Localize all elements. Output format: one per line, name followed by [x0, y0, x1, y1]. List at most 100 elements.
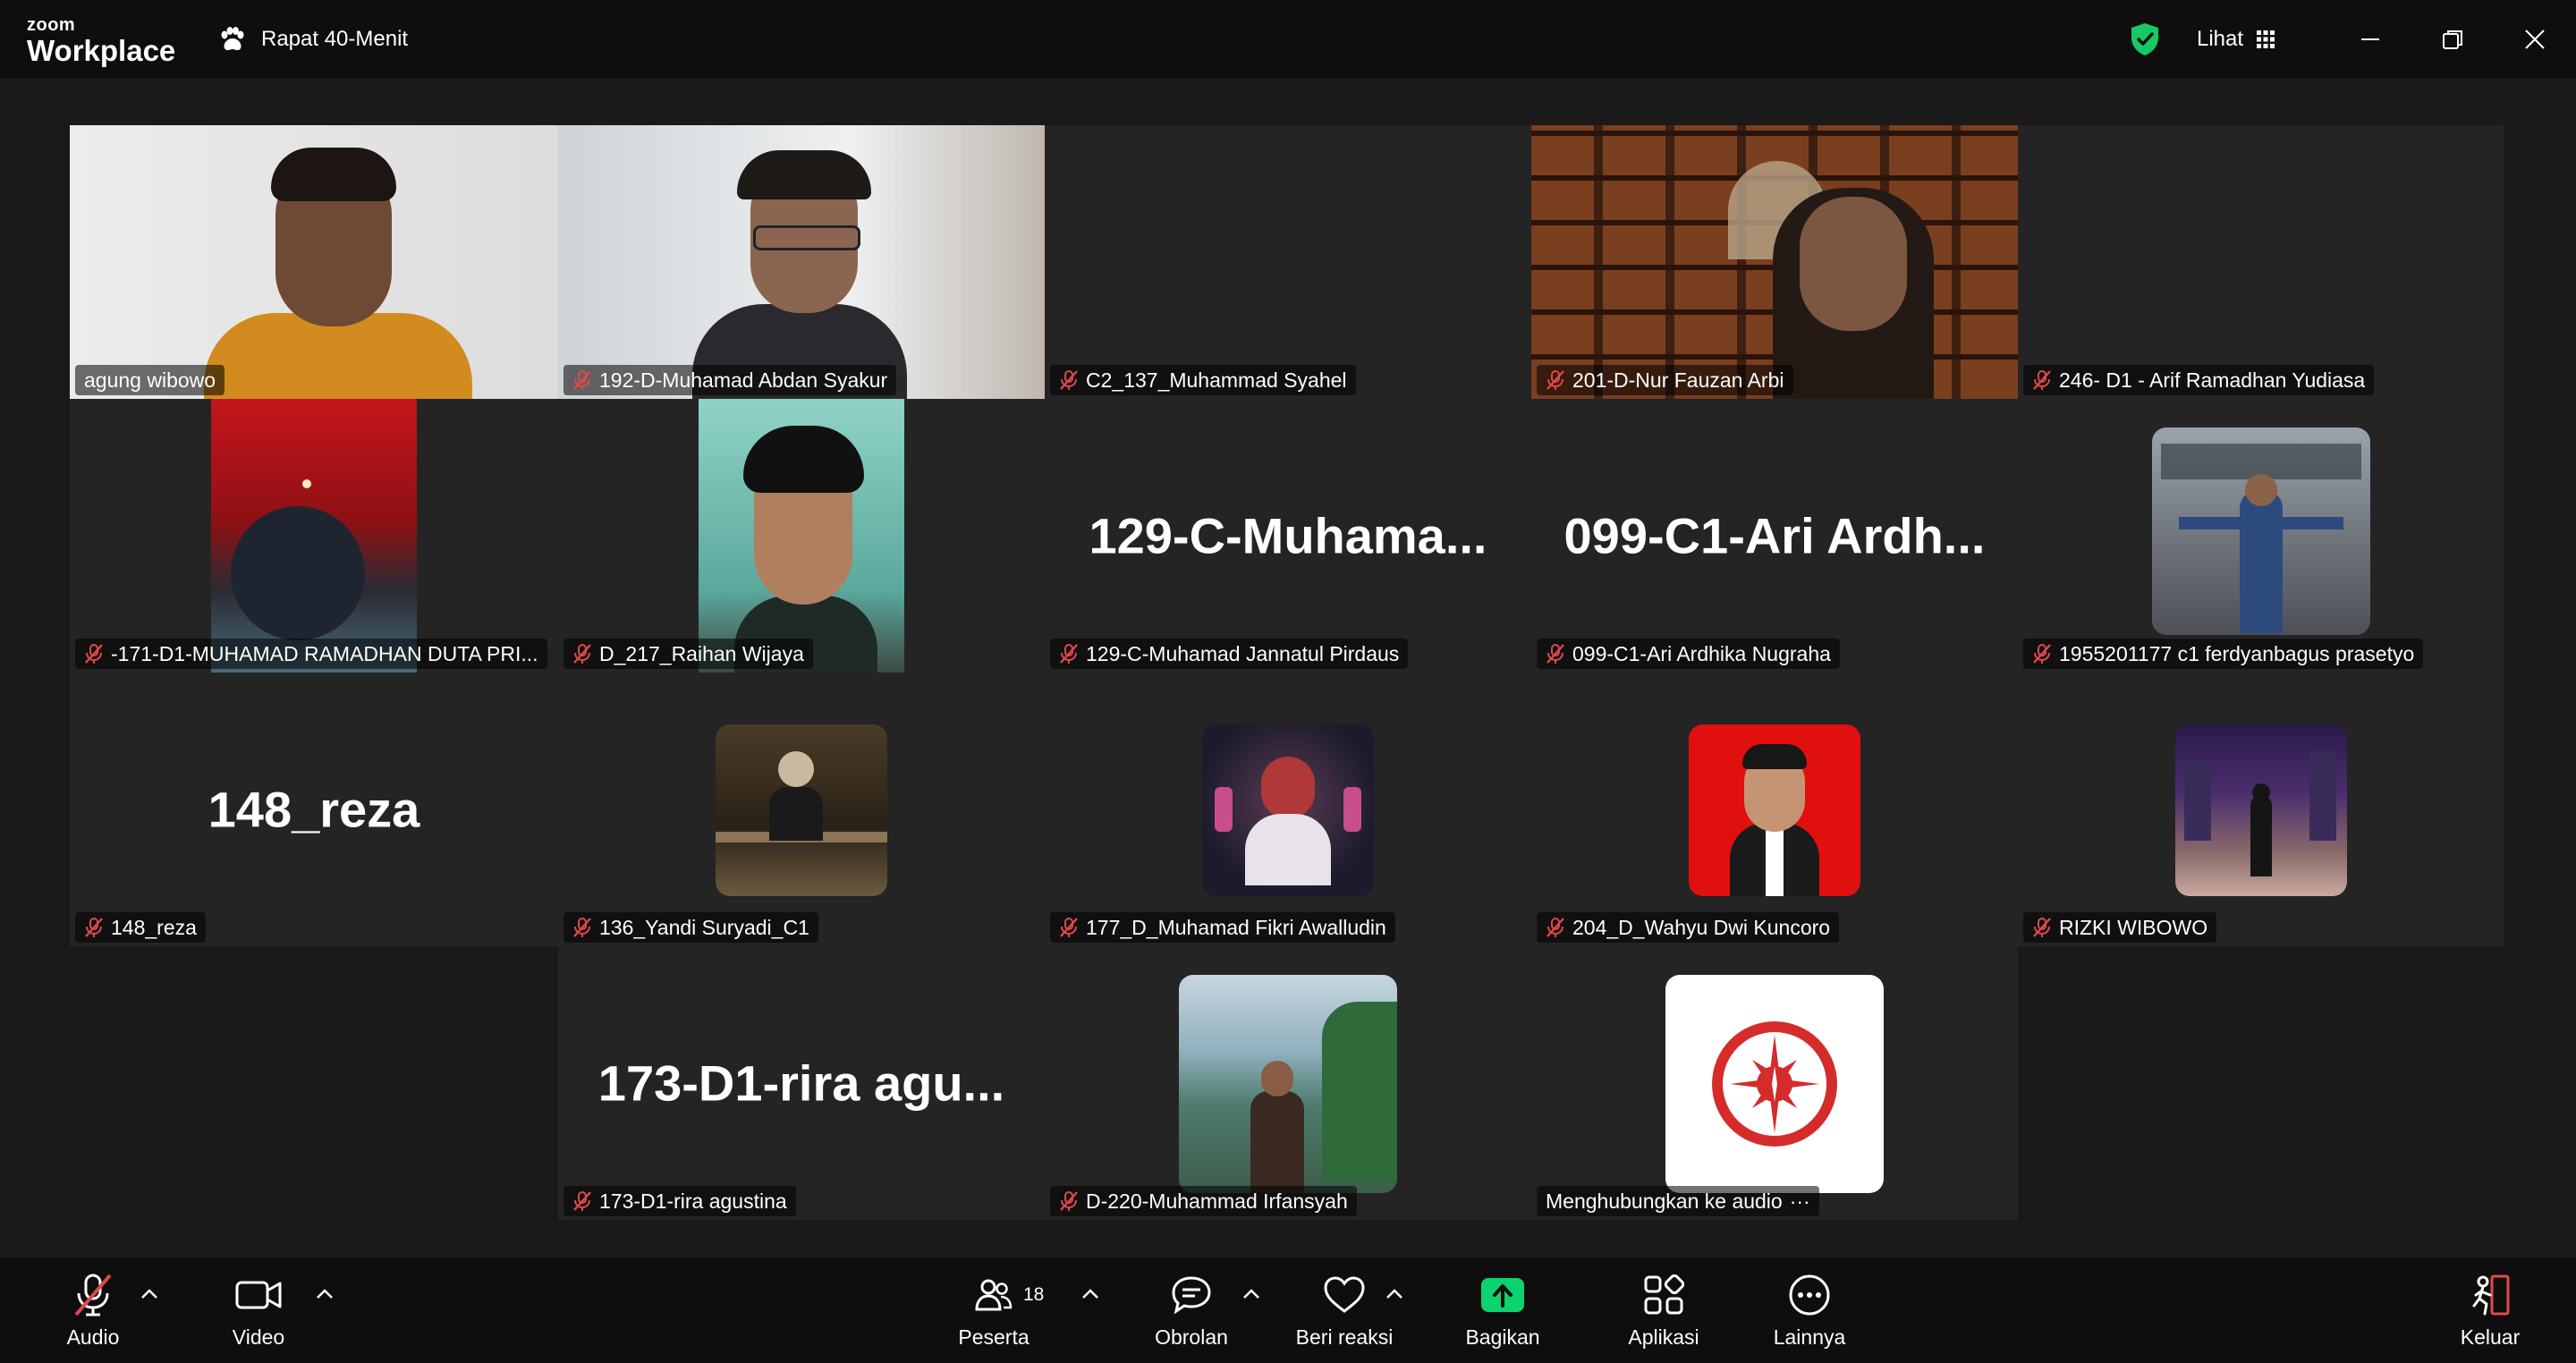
participant-tile[interactable]: -171-D1-MUHAMAD RAMADHAN DUTA PRI... [70, 399, 558, 673]
participant-name: 177_D_Muhamad Fikri Awalludin [1086, 915, 1386, 939]
participant-label: 201-D-Nur Fauzan Arbi [1537, 365, 1793, 395]
participant-label: 204_D_Wahyu Dwi Kuncoro [1537, 912, 1840, 943]
leave-button[interactable]: Keluar [2454, 1272, 2526, 1350]
mic-muted-icon [573, 918, 591, 937]
participant-tile[interactable]: D-220-Muhammad Irfansyah [1045, 946, 1531, 1220]
encryption-shield-icon[interactable] [2129, 21, 2161, 57]
participant-tile[interactable]: 129-C-Muhama... 129-C-Muhamad Jannatul P… [1045, 399, 1531, 673]
participants-icon [974, 1272, 1013, 1318]
restore-button[interactable] [2433, 20, 2472, 59]
participant-name: 136_Yandi Suryadi_C1 [599, 915, 809, 939]
participant-tile[interactable]: Menghubungkan ke audio ··· [1531, 946, 2018, 1220]
video-button[interactable]: Video [220, 1272, 297, 1350]
participant-avatar [1665, 975, 1884, 1193]
chat-label: Obrolan [1155, 1325, 1228, 1349]
mic-muted-icon [72, 1272, 114, 1318]
meeting-toolbar: Audio Video Peserta 18 Obrolan Beri reak… [0, 1257, 2576, 1363]
participants-button[interactable]: Peserta [953, 1272, 1034, 1350]
participant-avatar [716, 724, 887, 896]
react-label: Beri reaksi [1295, 1325, 1394, 1349]
share-label: Bagikan [1465, 1325, 1540, 1349]
connecting-indicator: ··· [1789, 1189, 1810, 1213]
share-button[interactable]: Bagikan [1458, 1272, 1547, 1350]
participant-display-name: 129-C-Muhama... [1089, 507, 1487, 564]
leave-door-icon [2469, 1272, 2512, 1318]
participant-tile[interactable]: agung wibowo [70, 125, 558, 399]
mic-muted-icon [1060, 644, 1078, 664]
chat-button[interactable]: Obrolan [1148, 1272, 1234, 1350]
participant-avatar [1179, 975, 1397, 1193]
participants-count: 18 [1023, 1284, 1045, 1305]
participant-tile[interactable]: 204_D_Wahyu Dwi Kuncoro [1531, 673, 2018, 946]
participant-tile[interactable]: 136_Yandi Suryadi_C1 [558, 673, 1045, 946]
participant-name: 204_D_Wahyu Dwi Kuncoro [1572, 915, 1831, 939]
participant-name: 129-C-Muhamad Jannatul Pirdaus [1086, 641, 1400, 665]
participant-label: Menghubungkan ke audio ··· [1537, 1186, 1819, 1216]
participant-avatar [2152, 428, 2370, 635]
participant-tile[interactable]: 148_reza 148_reza [70, 673, 558, 946]
mic-muted-icon [1546, 644, 1564, 664]
title-bar: zoom Workplace Rapat 40-Menit Lihat [0, 0, 2576, 79]
chat-options-caret-icon[interactable] [1241, 1288, 1261, 1300]
video-feed [699, 399, 904, 673]
participant-tile[interactable]: 192-D-Muhamad Abdan Syakur [558, 125, 1045, 399]
participant-label: D_217_Raihan Wijaya [564, 639, 813, 669]
audio-options-caret-icon[interactable] [140, 1288, 159, 1300]
participant-tile[interactable]: 246- D1 - Arif Ramadhan Yudiasa [2018, 125, 2504, 399]
participant-label: RIZKI WIBOWO [2023, 912, 2217, 943]
participant-label: 173-D1-rira agustina [564, 1186, 796, 1216]
participant-tile[interactable]: 177_D_Muhamad Fikri Awalludin [1045, 673, 1531, 946]
participant-tile[interactable]: 1955201177 c1 ferdyanbagus prasetyo [2018, 399, 2504, 673]
participant-name: D_217_Raihan Wijaya [599, 641, 804, 665]
participant-tile[interactable]: RIZKI WIBOWO [2018, 673, 2504, 946]
mic-muted-icon [1546, 370, 1564, 390]
mic-muted-icon [2033, 644, 2051, 664]
participant-label: 148_reza [75, 912, 206, 943]
participant-label: D-220-Muhammad Irfansyah [1050, 1186, 1357, 1216]
view-label: Lihat [2197, 27, 2244, 51]
participant-label: 192-D-Muhamad Abdan Syakur [564, 365, 897, 395]
video-options-caret-icon[interactable] [315, 1288, 335, 1300]
participant-tile[interactable]: D_217_Raihan Wijaya [558, 399, 1045, 673]
participant-avatar [2175, 724, 2347, 896]
mic-muted-icon [2033, 918, 2051, 937]
logo-top-text: zoom [27, 15, 76, 35]
video-feed [70, 125, 558, 399]
participant-tile[interactable]: 099-C1-Ari Ardh... 099-C1-Ari Ardhika Nu… [1531, 399, 2018, 673]
meeting-info[interactable]: Rapat 40-Menit [218, 23, 408, 55]
apps-button[interactable]: Aplikasi [1617, 1272, 1710, 1350]
participant-name: C2_137_Muhammad Syahel [1086, 368, 1347, 392]
video-feed [558, 125, 1045, 399]
paw-icon [221, 27, 244, 51]
mic-muted-icon [85, 918, 103, 937]
chat-bubble-icon [1171, 1272, 1212, 1318]
participant-label: C2_137_Muhammad Syahel [1050, 365, 1356, 395]
participant-tile[interactable]: 201-D-Nur Fauzan Arbi [1531, 125, 2018, 399]
participant-avatar [1202, 724, 1374, 896]
react-options-caret-icon[interactable] [1385, 1288, 1404, 1300]
participant-name: 1955201177 c1 ferdyanbagus prasetyo [2059, 641, 2415, 665]
participant-label: 177_D_Muhamad Fikri Awalludin [1050, 912, 1395, 943]
participant-tile[interactable]: C2_137_Muhammad Syahel [1045, 125, 1531, 399]
mic-muted-icon [1060, 370, 1078, 390]
jedi-order-emblem-icon [1712, 1021, 1837, 1147]
close-button[interactable] [2515, 20, 2555, 59]
participant-name: 099-C1-Ari Ardhika Nugraha [1572, 641, 1831, 665]
participants-options-caret-icon[interactable] [1080, 1288, 1100, 1300]
zoom-workplace-logo: zoom Workplace [27, 16, 175, 65]
participant-name: 173-D1-rira agustina [599, 1189, 787, 1213]
participant-label: 136_Yandi Suryadi_C1 [564, 912, 818, 943]
heart-icon [1323, 1272, 1366, 1318]
participant-tile[interactable]: 173-D1-rira agu... 173-D1-rira agustina [558, 946, 1045, 1220]
participants-label: Peserta [958, 1325, 1030, 1349]
view-button[interactable]: Lihat [2197, 23, 2275, 55]
audio-button[interactable]: Audio [55, 1272, 131, 1350]
minimize-button[interactable] [2351, 20, 2390, 59]
more-button[interactable]: Lainnya [1767, 1272, 1852, 1350]
leave-label: Keluar [2460, 1325, 2521, 1349]
logo-bottom-text: Workplace [27, 34, 176, 67]
mic-muted-icon [573, 1191, 591, 1211]
react-button[interactable]: Beri reaksi [1288, 1272, 1401, 1350]
minimize-icon [2361, 38, 2379, 40]
meeting-title: Rapat 40-Menit [261, 27, 409, 51]
